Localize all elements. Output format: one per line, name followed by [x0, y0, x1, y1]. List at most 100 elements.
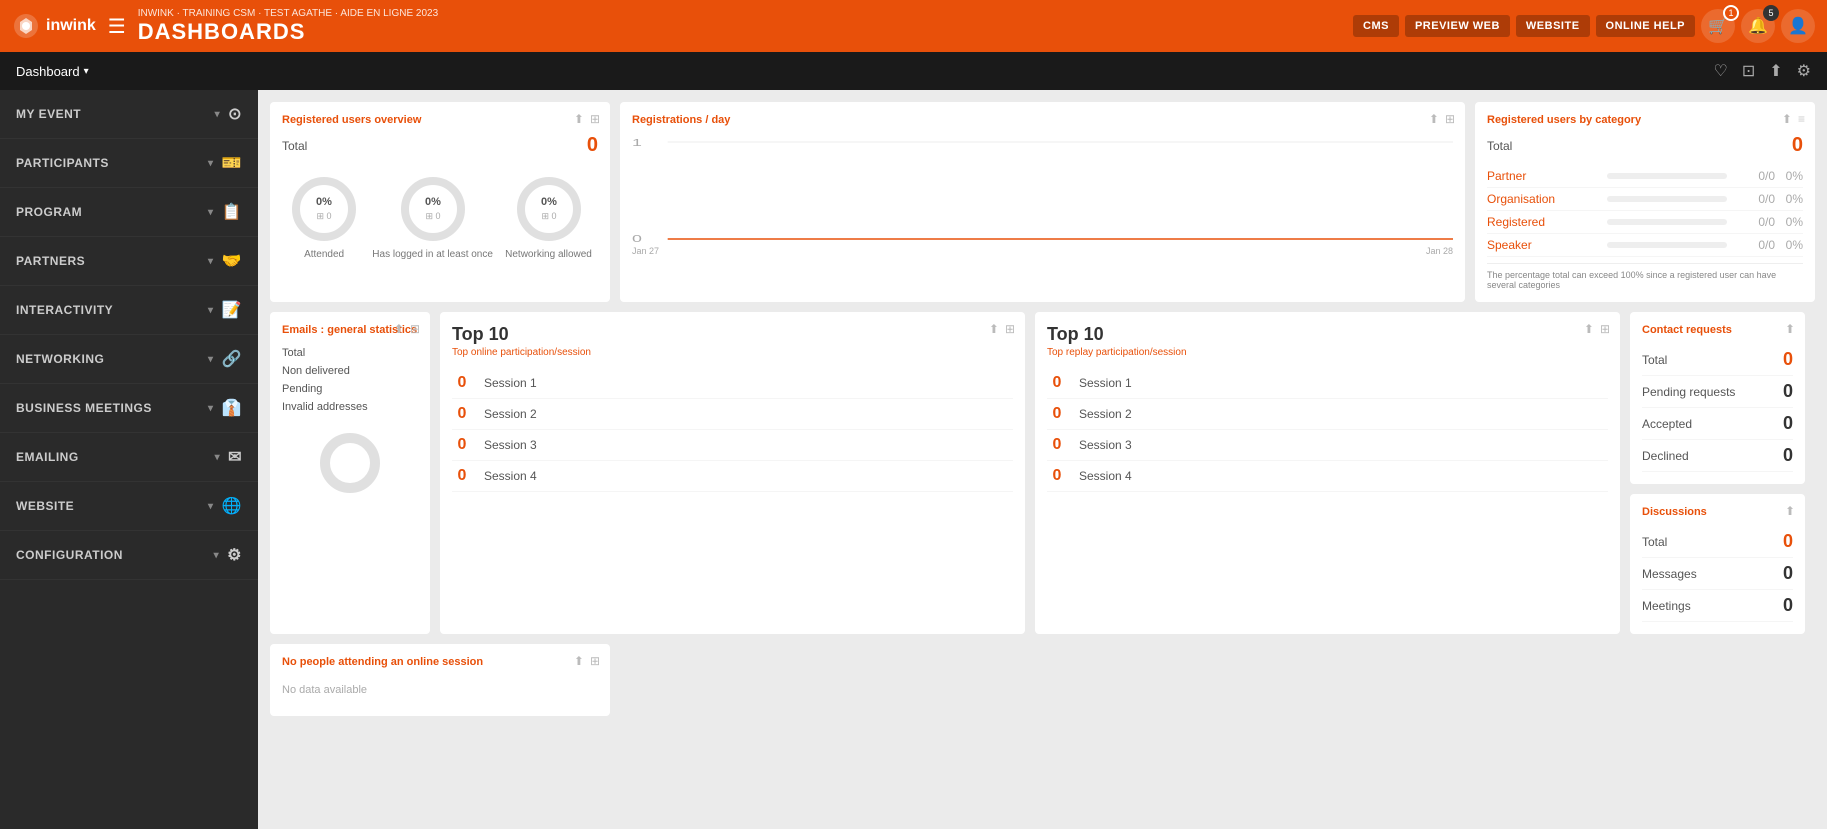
top10-online-session-1: 0 Session 1	[452, 368, 1013, 399]
top10-replay-subtitle: Top replay participation/session	[1047, 347, 1608, 358]
top10-online-share-icon[interactable]: ⬆	[989, 322, 999, 336]
settings-icon[interactable]: ⚙	[1797, 61, 1811, 81]
chart-date-end: Jan 28	[1426, 246, 1453, 256]
contact-pending-row: Pending requests 0	[1642, 376, 1793, 408]
notifications-button[interactable]: 🔔5	[1741, 9, 1775, 43]
registrations-card-icons: ⬆ ⊞	[1429, 112, 1455, 126]
sidebar-icon-business-meetings: 👔	[222, 398, 242, 418]
cart-badge: 1	[1723, 5, 1739, 21]
top10-replay-share-icon[interactable]: ⬆	[1584, 322, 1594, 336]
overview-expand-icon[interactable]: ⊞	[590, 112, 600, 126]
top10-replay-session-3: 0 Session 3	[1047, 430, 1608, 461]
category-note: The percentage total can exceed 100% sin…	[1487, 263, 1803, 290]
sidebar-icon-partners: 🤝	[222, 251, 242, 271]
user-avatar[interactable]: 👤	[1781, 9, 1815, 43]
svg-text:1: 1	[632, 138, 642, 149]
row-1: Registered users overview ⬆ ⊞ Total 0 0%…	[270, 102, 1815, 302]
top10-replay-s4-num: 0	[1047, 467, 1067, 485]
sidebar-item-website[interactable]: WEBSITE ▾ 🌐	[0, 482, 258, 531]
top10-replay-s3-name: Session 3	[1079, 438, 1132, 452]
emails-share-icon[interactable]: ⬆	[394, 322, 404, 336]
cart-button[interactable]: 🛒1	[1701, 9, 1735, 43]
sidebar-item-my-event[interactable]: MY EVENT ▾ ⊙	[0, 90, 258, 139]
overview-share-icon[interactable]: ⬆	[574, 112, 584, 126]
category-share-icon[interactable]: ⬆	[1782, 112, 1792, 126]
category-partner-fraction: 0/0	[1735, 169, 1775, 183]
website-button[interactable]: WEBSITE	[1516, 15, 1590, 37]
top10-replay-s2-num: 0	[1047, 405, 1067, 423]
card-overview: Registered users overview ⬆ ⊞ Total 0 0%…	[270, 102, 610, 302]
top10-replay-sessions: 0 Session 1 0 Session 2 0 Session 3 0 Se…	[1047, 368, 1608, 492]
contact-share-icon[interactable]: ⬆	[1785, 322, 1795, 336]
email-pending-row: Pending	[282, 380, 418, 398]
sidebar-item-emailing[interactable]: EMAILING ▾ ✉	[0, 433, 258, 482]
contact-total-label: Total	[1642, 353, 1667, 367]
card-registrations: Registrations / day ⬆ ⊞ 1 0 Jan 27	[620, 102, 1465, 302]
preview-web-button[interactable]: PREVIEW WEB	[1405, 15, 1510, 37]
email-total-label: Total	[282, 347, 305, 359]
category-list: Partner 0/0 0% Organisation 0/0 0% Regis…	[1487, 165, 1803, 257]
category-organisation-pct: 0%	[1775, 192, 1803, 206]
overview-card-icons: ⬆ ⊞	[574, 112, 600, 126]
category-partner: Partner 0/0 0%	[1487, 165, 1803, 188]
top10-online-expand-icon[interactable]: ⊞	[1005, 322, 1015, 336]
registrations-expand-icon[interactable]: ⊞	[1445, 112, 1455, 126]
cms-button[interactable]: CMS	[1353, 15, 1399, 37]
header-right: CMS PREVIEW WEB WEBSITE ONLINE HELP 🛒1 🔔…	[1353, 9, 1815, 43]
logo[interactable]: inwink	[12, 12, 96, 40]
contact-pending-label: Pending requests	[1642, 385, 1735, 399]
sub-header-icons: ♡ ⊡ ⬆ ⚙	[1714, 61, 1812, 81]
no-people-no-data: No data available	[282, 676, 598, 704]
top10-replay-title: Top 10	[1047, 324, 1608, 345]
sidebar-item-configuration[interactable]: CONFIGURATION ▾ ⚙	[0, 531, 258, 580]
registrations-chart: 1 0	[632, 134, 1453, 244]
email-invalid-label: Invalid addresses	[282, 401, 368, 413]
top10-online-s1-name: Session 1	[484, 376, 537, 390]
expand-icon[interactable]: ⊡	[1742, 61, 1755, 81]
circle-networking-label: Networking allowed	[505, 249, 592, 260]
email-invalid-row: Invalid addresses	[282, 398, 418, 416]
svg-text:0: 0	[632, 234, 642, 244]
dashboard-tab[interactable]: Dashboard ▾	[16, 64, 89, 79]
registrations-share-icon[interactable]: ⬆	[1429, 112, 1439, 126]
circle-logged-in: 0% ⊞ 0 Has logged in at least once	[372, 173, 493, 260]
top10-online-s2-num: 0	[452, 405, 472, 423]
hamburger-icon[interactable]: ☰	[108, 14, 126, 39]
circle-attended: 0% ⊞ 0 Attended	[288, 173, 360, 260]
top10-replay-session-2: 0 Session 2	[1047, 399, 1608, 430]
top10-online-subtitle: Top online participation/session	[452, 347, 1013, 358]
email-total-row: Total	[282, 344, 418, 362]
sidebar-item-participants[interactable]: PARTICIPANTS ▾ 🎫	[0, 139, 258, 188]
no-people-expand-icon[interactable]: ⊞	[590, 654, 600, 668]
no-people-title: No people attending an online session	[282, 656, 598, 668]
email-stats: Total Non delivered Pending Invalid addr…	[282, 344, 418, 416]
category-registered: Registered 0/0 0%	[1487, 211, 1803, 234]
emails-expand-icon[interactable]: ⊞	[410, 322, 420, 336]
no-people-share-icon[interactable]: ⬆	[574, 654, 584, 668]
sidebar-item-business-meetings[interactable]: BUSINESS MEETINGS ▾ 👔	[0, 384, 258, 433]
top10-online-sessions: 0 Session 1 0 Session 2 0 Session 3 0 Se…	[452, 368, 1013, 492]
sidebar-item-program[interactable]: PROGRAM ▾ 📋	[0, 188, 258, 237]
sidebar-item-interactivity[interactable]: INTERACTIVITY ▾ 📝	[0, 286, 258, 335]
svg-text:0%: 0%	[541, 196, 557, 208]
svg-text:0%: 0%	[425, 196, 441, 208]
top10-replay-s1-num: 0	[1047, 374, 1067, 392]
favorite-icon[interactable]: ♡	[1714, 61, 1728, 81]
right-column: Contact requests ⬆ Total 0 Pending reque…	[1630, 312, 1815, 634]
sidebar-item-partners[interactable]: PARTNERS ▾ 🤝	[0, 237, 258, 286]
main-layout: MY EVENT ▾ ⊙ PARTICIPANTS ▾ 🎫 PROGRAM ▾ …	[0, 90, 1827, 829]
row-3: No people attending an online session ⬆ …	[270, 644, 1815, 716]
top10-online-s3-num: 0	[452, 436, 472, 454]
no-people-card-icons: ⬆ ⊞	[574, 654, 600, 668]
category-organisation-bar	[1607, 196, 1727, 202]
sidebar-item-networking[interactable]: NETWORKING ▾ 🔗	[0, 335, 258, 384]
category-organisation-fraction: 0/0	[1735, 192, 1775, 206]
sidebar-chevron-my-event: ▾	[215, 109, 221, 120]
card-emails: Emails : general statistics ⬆ ⊞ Total No…	[270, 312, 430, 634]
discussions-share-icon[interactable]: ⬆	[1785, 504, 1795, 518]
share-icon[interactable]: ⬆	[1769, 61, 1782, 81]
top10-replay-expand-icon[interactable]: ⊞	[1600, 322, 1610, 336]
chart-dates: Jan 27 Jan 28	[632, 246, 1453, 256]
online-help-button[interactable]: ONLINE HELP	[1596, 15, 1695, 37]
circles-row: 0% ⊞ 0 Attended 0% ⊞ 0 Has logged in at …	[282, 165, 598, 268]
